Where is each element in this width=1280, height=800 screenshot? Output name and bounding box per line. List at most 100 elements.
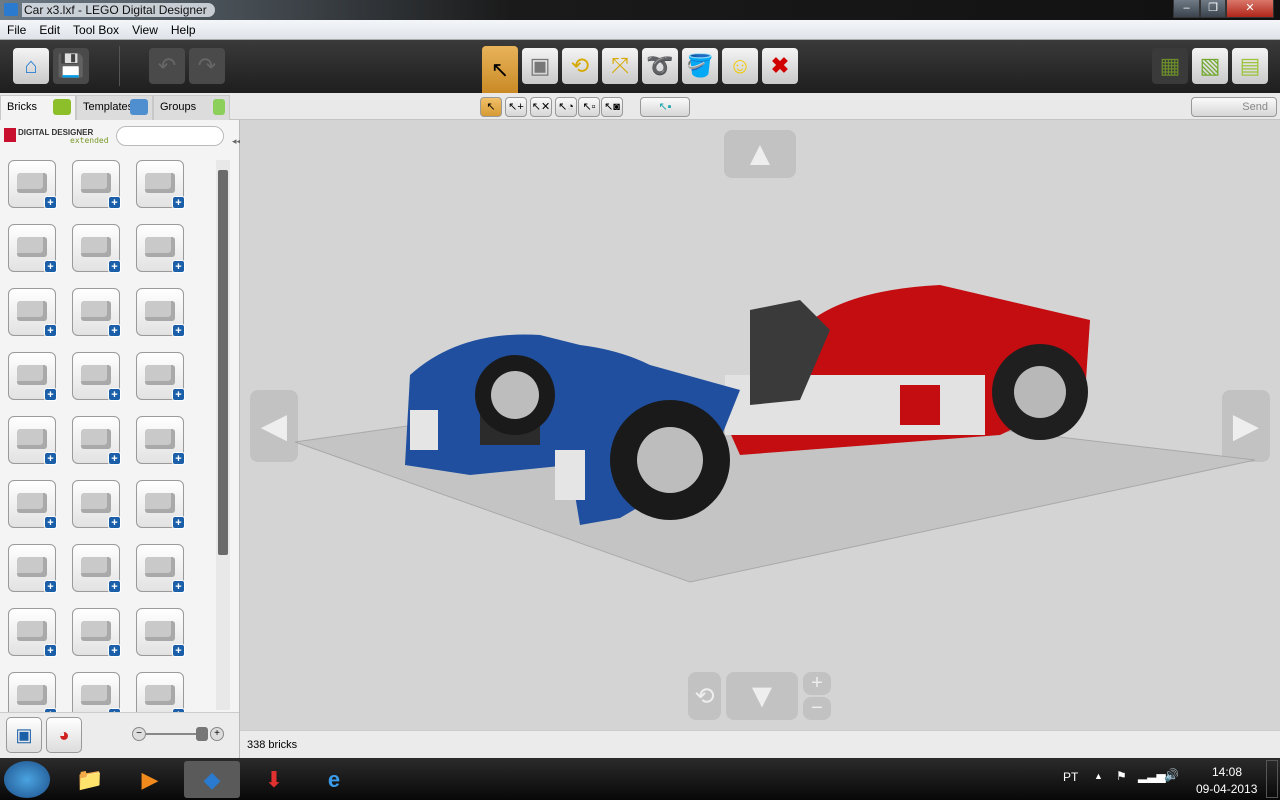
zoom-slider-thumb[interactable]: [196, 727, 208, 741]
brick-palette-item[interactable]: +: [8, 480, 57, 529]
explorer-taskbar-icon[interactable]: 📁: [62, 761, 118, 798]
add-plus-icon: +: [44, 196, 57, 209]
brick-icon: [81, 365, 111, 385]
brick-palette-item[interactable]: +: [8, 224, 57, 273]
brick-palette-item[interactable]: +: [72, 416, 121, 465]
brick-icon: [17, 429, 47, 449]
add-plus-icon: +: [44, 580, 57, 593]
brick-search-input[interactable]: [116, 126, 224, 146]
volume-icon[interactable]: 🔊: [1164, 768, 1179, 782]
downloader-taskbar-icon[interactable]: ⬇: [246, 761, 302, 798]
window-title: Car x3.lxf - LEGO Digital Designer: [22, 3, 215, 17]
brick-palette-item[interactable]: +: [72, 288, 121, 337]
model-scene: [294, 285, 1256, 583]
3d-viewport[interactable]: ▲ ◀ ▶ ▼ ⟲ + −: [240, 120, 1280, 730]
show-hidden-icons[interactable]: ▲: [1094, 771, 1103, 781]
secondary-toolbar: Bricks Templates Groups ↖ ↖+ ↖✕ ↖◔ ↖▫ ↖◙…: [0, 93, 1280, 120]
home-button[interactable]: ⌂: [13, 48, 49, 84]
brick-palette-item[interactable]: +: [72, 480, 121, 529]
color-palette-button[interactable]: ◕: [46, 717, 82, 753]
shape-select-button[interactable]: ↖▫: [578, 97, 600, 117]
clock-time[interactable]: 14:08: [1212, 765, 1242, 779]
brick-icon: [17, 557, 47, 577]
tab-templates[interactable]: Templates: [76, 95, 153, 120]
redo-button[interactable]: ↷: [189, 48, 225, 84]
brick-palette-item[interactable]: +: [136, 160, 185, 209]
save-button[interactable]: 💾: [53, 48, 89, 84]
brick-palette-item[interactable]: +: [136, 416, 185, 465]
add-plus-icon: +: [172, 452, 185, 465]
clone-tool-button[interactable]: ▣: [522, 48, 558, 84]
brick-icon: [145, 173, 175, 193]
connected-select-button[interactable]: ↖✕: [530, 97, 552, 117]
brick-palette-item[interactable]: +: [136, 288, 185, 337]
color-select-button[interactable]: ↖◔: [555, 97, 577, 117]
multi-select-button[interactable]: ↖+: [505, 97, 527, 117]
internet-explorer-taskbar-icon[interactable]: e: [306, 761, 362, 798]
menu-edit[interactable]: Edit: [32, 20, 66, 37]
zoom-out-icon[interactable]: −: [132, 727, 146, 741]
palette-scrollbar[interactable]: [216, 160, 230, 710]
brick-palette-item[interactable]: +: [8, 608, 57, 657]
brick-palette-item[interactable]: +: [8, 352, 57, 401]
brick-palette-item[interactable]: +: [8, 416, 57, 465]
menu-help[interactable]: Help: [164, 20, 202, 37]
color-shape-select-button[interactable]: ↖◙: [601, 97, 623, 117]
brick-palette-item[interactable]: +: [72, 160, 121, 209]
brick-palette-item[interactable]: +: [136, 224, 185, 273]
delete-tool-button[interactable]: ✖: [762, 48, 798, 84]
undo-button[interactable]: ↶: [149, 48, 185, 84]
add-model-button[interactable]: ▣: [6, 717, 42, 753]
menu-view[interactable]: View: [125, 20, 164, 37]
build-mode-button[interactable]: ▦: [1152, 48, 1188, 84]
brick-palette-item[interactable]: +: [136, 352, 185, 401]
media-player-taskbar-icon[interactable]: ▶: [122, 761, 178, 798]
brick-palette-item[interactable]: +: [8, 544, 57, 593]
brick-palette-item[interactable]: +: [136, 608, 185, 657]
brick-palette-item[interactable]: +: [72, 224, 121, 273]
menu-toolbox[interactable]: Tool Box: [66, 20, 125, 37]
zoom-in-icon[interactable]: +: [210, 727, 224, 741]
close-button[interactable]: ✕: [1226, 0, 1274, 18]
brick-icon: [145, 301, 175, 321]
action-center-flag-icon[interactable]: ⚑: [1116, 769, 1127, 783]
add-plus-icon: +: [172, 260, 185, 273]
invert-select-button[interactable]: ↖▪: [640, 97, 690, 117]
brick-palette-item[interactable]: +: [8, 288, 57, 337]
building-guide-mode-button[interactable]: ▤: [1232, 48, 1268, 84]
brick-palette-item[interactable]: +: [72, 608, 121, 657]
brick-palette-item[interactable]: +: [136, 544, 185, 593]
language-indicator[interactable]: PT: [1063, 770, 1078, 784]
brick-palette-item[interactable]: +: [72, 352, 121, 401]
brick-icon: [145, 621, 175, 641]
maximize-button[interactable]: ❐: [1200, 0, 1226, 18]
view-mode-button[interactable]: ▧: [1192, 48, 1228, 84]
decoration-tool-button[interactable]: ☺: [722, 48, 758, 84]
lego-designer-taskbar-icon[interactable]: ◆: [184, 761, 240, 798]
add-plus-icon: +: [108, 196, 121, 209]
add-plus-icon: +: [44, 324, 57, 337]
tab-groups[interactable]: Groups: [153, 95, 230, 120]
show-desktop-button[interactable]: [1266, 760, 1278, 798]
brick-palette-item[interactable]: +: [8, 160, 57, 209]
clock-date[interactable]: 09-04-2013: [1196, 782, 1257, 796]
red-car: [720, 285, 1090, 455]
brick-icon: [17, 365, 47, 385]
brick-palette-item[interactable]: +: [72, 544, 121, 593]
network-signal-icon[interactable]: ▂▃▅: [1138, 769, 1166, 783]
send-button[interactable]: Send: [1191, 97, 1277, 117]
hinge-tool-button[interactable]: ⟲: [562, 48, 598, 84]
paint-tool-button[interactable]: 🪣: [682, 48, 718, 84]
tab-bricks[interactable]: Bricks: [0, 95, 76, 120]
single-select-button[interactable]: ↖: [480, 97, 502, 117]
hinge-align-tool-button[interactable]: ⤧: [602, 48, 638, 84]
scrollbar-thumb[interactable]: [218, 170, 228, 555]
minimize-button[interactable]: –: [1173, 0, 1200, 18]
taskbar: 📁 ▶ ◆ ⬇ e PT ▲ ⚑ ▂▃▅ 🔊 14:08 09-04-2013: [0, 758, 1280, 800]
brick-palette-item[interactable]: +: [136, 480, 185, 529]
start-button[interactable]: [4, 761, 50, 798]
brick-icon: [17, 173, 47, 193]
select-tool-button[interactable]: ↖: [482, 46, 518, 93]
flex-tool-button[interactable]: ➰: [642, 48, 678, 84]
menu-file[interactable]: File: [0, 20, 32, 37]
